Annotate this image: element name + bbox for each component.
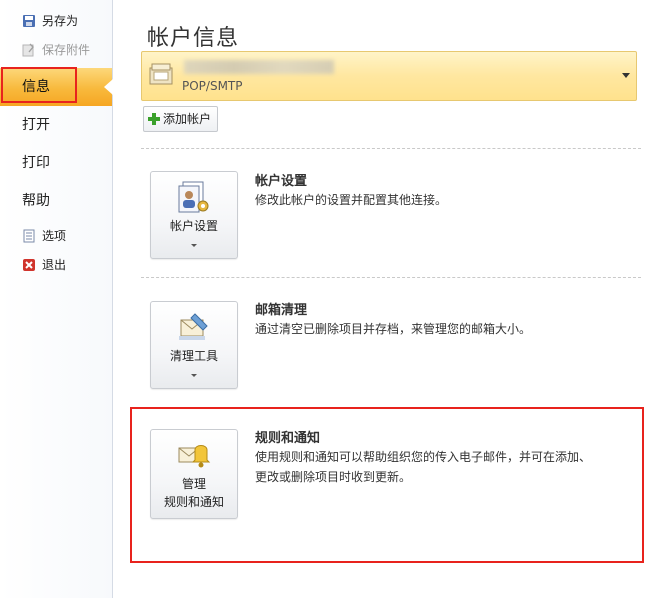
exit-icon xyxy=(22,258,36,272)
section-title-account-settings: 帐户设置 xyxy=(255,174,308,189)
add-account-button[interactable]: 添加帐户 xyxy=(143,106,219,132)
chevron-down-icon xyxy=(622,73,630,78)
account-email-blurred xyxy=(184,60,334,74)
nav-save-attachments[interactable]: 保存附件 xyxy=(22,41,90,59)
account-settings-icon xyxy=(177,180,211,214)
account-dropdown[interactable]: POP/SMTP xyxy=(141,51,637,101)
nav-info[interactable]: 信息 xyxy=(22,76,50,98)
nav-print[interactable]: 打印 xyxy=(22,151,50,175)
nav-exit-label: 退出 xyxy=(42,258,67,272)
section-desc-mailbox-cleanup: 通过清空已删除项目并存档，来管理您的邮箱大小。 xyxy=(255,322,532,336)
nav-save-as-label: 另存为 xyxy=(42,14,79,28)
backstage-nav: 另存为 保存附件 信息 打开 打印 帮助 选项 退出 xyxy=(0,0,113,598)
separator xyxy=(141,148,641,149)
section-desc-account-settings: 修改此帐户的设置并配置其他连接。 xyxy=(255,193,448,207)
main-panel: 帐户信息 POP/SMTP 添加帐户 帐户设置 帐户设置 修改此帐户的设置并配置… xyxy=(113,0,671,598)
nav-save-as[interactable]: 另存为 xyxy=(22,12,78,30)
nav-open[interactable]: 打开 xyxy=(22,113,50,137)
nav-help[interactable]: 帮助 xyxy=(22,189,50,213)
cleanup-tools-icon xyxy=(177,310,211,344)
chevron-down-icon xyxy=(191,374,197,377)
section-title-mailbox-cleanup: 邮箱清理 xyxy=(255,303,308,318)
rules-alerts-highlight-box xyxy=(130,407,644,563)
chevron-down-icon xyxy=(191,244,197,247)
nav-exit[interactable]: 退出 xyxy=(22,256,66,274)
nav-save-attachments-label: 保存附件 xyxy=(42,43,91,57)
page-title: 帐户信息 xyxy=(147,26,240,51)
mailbox-icon xyxy=(148,60,176,90)
nav-options-label: 选项 xyxy=(42,229,67,243)
paperclip-icon xyxy=(22,43,36,57)
plus-icon xyxy=(148,113,160,125)
account-settings-button-label: 帐户设置 xyxy=(169,219,218,233)
cleanup-tools-button[interactable]: 清理工具 xyxy=(150,301,238,389)
cleanup-tools-button-label: 清理工具 xyxy=(169,349,218,363)
account-type: POP/SMTP xyxy=(182,79,243,93)
save-as-icon xyxy=(22,14,36,28)
account-settings-button[interactable]: 帐户设置 xyxy=(150,171,238,259)
separator xyxy=(141,277,641,278)
nav-options[interactable]: 选项 xyxy=(22,227,66,245)
add-account-label: 添加帐户 xyxy=(163,112,212,126)
options-icon xyxy=(22,229,36,243)
